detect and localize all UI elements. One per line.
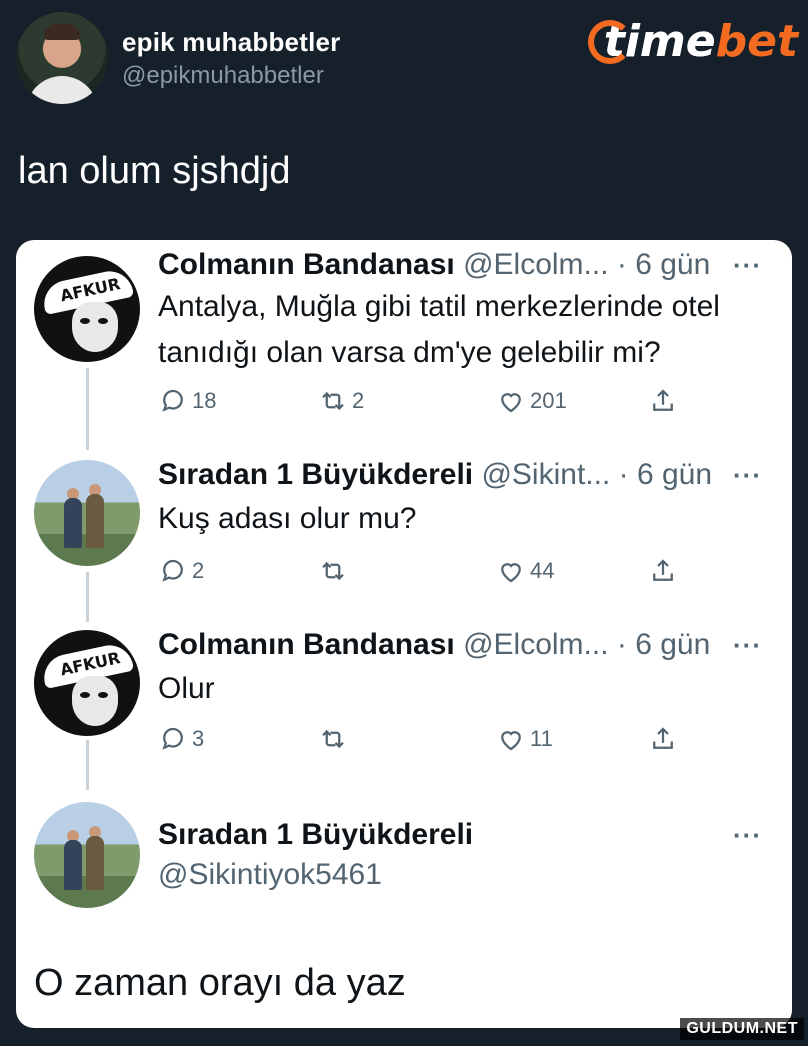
thread-connector: [86, 572, 89, 622]
handle-time: @Elcolm... · 6 gün: [463, 248, 711, 281]
tweet-meta: Colmanın Bandanası @Elcolm... · 6 gün: [158, 248, 710, 282]
tweet-body: Kuş adası olur mu?: [158, 496, 768, 542]
share-button[interactable]: [648, 724, 678, 754]
tweet-actions: 2 44: [158, 556, 698, 592]
share-icon: [653, 559, 673, 581]
avatar[interactable]: AFKUR: [34, 630, 140, 736]
more-icon[interactable]: ···: [733, 250, 762, 281]
reply-button[interactable]: 18: [158, 386, 216, 416]
display-name[interactable]: epik muhabbetler: [122, 27, 340, 58]
author-name[interactable]: Colmanın Bandanası: [158, 628, 455, 661]
brand-logo-bet: bet: [715, 16, 798, 67]
share-button[interactable]: [648, 556, 678, 586]
author-name[interactable]: Colmanın Bandanası: [158, 248, 455, 281]
reply-text: O zaman orayı da yaz: [34, 962, 406, 1004]
like-count: 11: [530, 726, 553, 751]
tweet-body-line: Antalya, Muğla gibi tatil merkezlerinde …: [158, 290, 720, 323]
heart-icon: [501, 563, 521, 583]
like-button[interactable]: 44: [496, 556, 554, 586]
watermark: GULDUM.NET: [680, 1018, 804, 1040]
handle-time: @Elcolm... · 6 gün: [463, 628, 711, 661]
retweet-icon: [322, 391, 344, 411]
retweet-icon: [322, 561, 344, 581]
share-icon: [653, 389, 673, 411]
more-icon[interactable]: ···: [733, 460, 762, 491]
avatar-label: AFKUR: [58, 648, 122, 680]
retweet-count: 2: [352, 388, 365, 413]
avatar-face: [72, 676, 118, 726]
reply-icon: [162, 727, 183, 750]
like-button[interactable]: 11: [496, 724, 553, 754]
person-body: [64, 840, 82, 890]
like-count: 201: [530, 388, 567, 413]
retweet-icon: [322, 729, 344, 749]
tweet-body-line: Kuş adası olur mu?: [158, 502, 417, 535]
share-button[interactable]: [648, 386, 678, 416]
avatar-label: AFKUR: [58, 274, 122, 306]
avatar[interactable]: AFKUR: [34, 256, 140, 362]
author-name[interactable]: Sıradan 1 Büyükdereli: [158, 818, 473, 852]
retweet-button[interactable]: [318, 556, 348, 586]
reply-button[interactable]: 2: [158, 556, 204, 586]
avatar[interactable]: [34, 460, 140, 566]
tweet-body: Olur: [158, 666, 768, 712]
tweet-text: lan olum sjshdjd: [18, 150, 291, 192]
more-icon[interactable]: ···: [733, 630, 762, 661]
person-body: [86, 836, 104, 890]
tweet-actions: 18 2 201: [158, 386, 698, 422]
handle[interactable]: @epikmuhabbetler: [122, 62, 340, 90]
avatar[interactable]: [34, 802, 140, 908]
quoted-screenshot-card: AFKUR Colmanın Bandanası @Elcolm... · 6 …: [16, 240, 792, 1028]
avatar[interactable]: [16, 12, 108, 104]
heart-icon: [501, 731, 521, 751]
tweet-actions: 3 11: [158, 724, 698, 760]
reply-button[interactable]: 3: [158, 724, 204, 754]
avatar-shirt: [26, 76, 98, 104]
like-button[interactable]: 201: [496, 386, 567, 416]
tweet-body-line: Olur: [158, 672, 215, 705]
reply-count: 18: [192, 388, 217, 413]
heart-icon: [501, 393, 521, 413]
reply-count: 2: [192, 558, 205, 583]
brand-logo: time bet: [587, 16, 798, 67]
avatar-hair: [44, 24, 80, 40]
retweet-button[interactable]: [318, 724, 348, 754]
author-block: epik muhabbetler @epikmuhabbetler: [122, 27, 340, 90]
tweet-body: Antalya, Muğla gibi tatil merkezlerinde …: [158, 284, 768, 376]
share-icon: [653, 727, 673, 749]
reply-count: 3: [192, 726, 205, 751]
thread-connector: [86, 740, 89, 790]
author-name[interactable]: Sıradan 1 Büyükdereli: [158, 458, 473, 491]
tweet-body-line: tanıdığı olan varsa dm'ye gelebilir mi?: [158, 336, 661, 369]
more-icon[interactable]: ···: [733, 820, 762, 851]
tweet-header: epik muhabbetler @epikmuhabbetler: [16, 12, 340, 104]
brand-logo-time: time: [587, 16, 716, 67]
handle[interactable]: @Sikintiyok5461: [158, 858, 382, 892]
tweet-meta: Sıradan 1 Büyükdereli @Sikint... · 6 gün: [158, 458, 712, 492]
reply-icon: [162, 559, 183, 582]
person-body: [64, 498, 82, 548]
person-body: [86, 494, 104, 548]
tweet-meta: Colmanın Bandanası @Elcolm... · 6 gün: [158, 628, 710, 662]
avatar-face: [72, 302, 118, 352]
handle-time: @Sikint... · 6 gün: [481, 458, 713, 491]
thread-connector: [86, 368, 89, 450]
like-count: 44: [530, 558, 555, 583]
retweet-button[interactable]: 2: [318, 386, 364, 416]
reply-icon: [162, 389, 183, 412]
